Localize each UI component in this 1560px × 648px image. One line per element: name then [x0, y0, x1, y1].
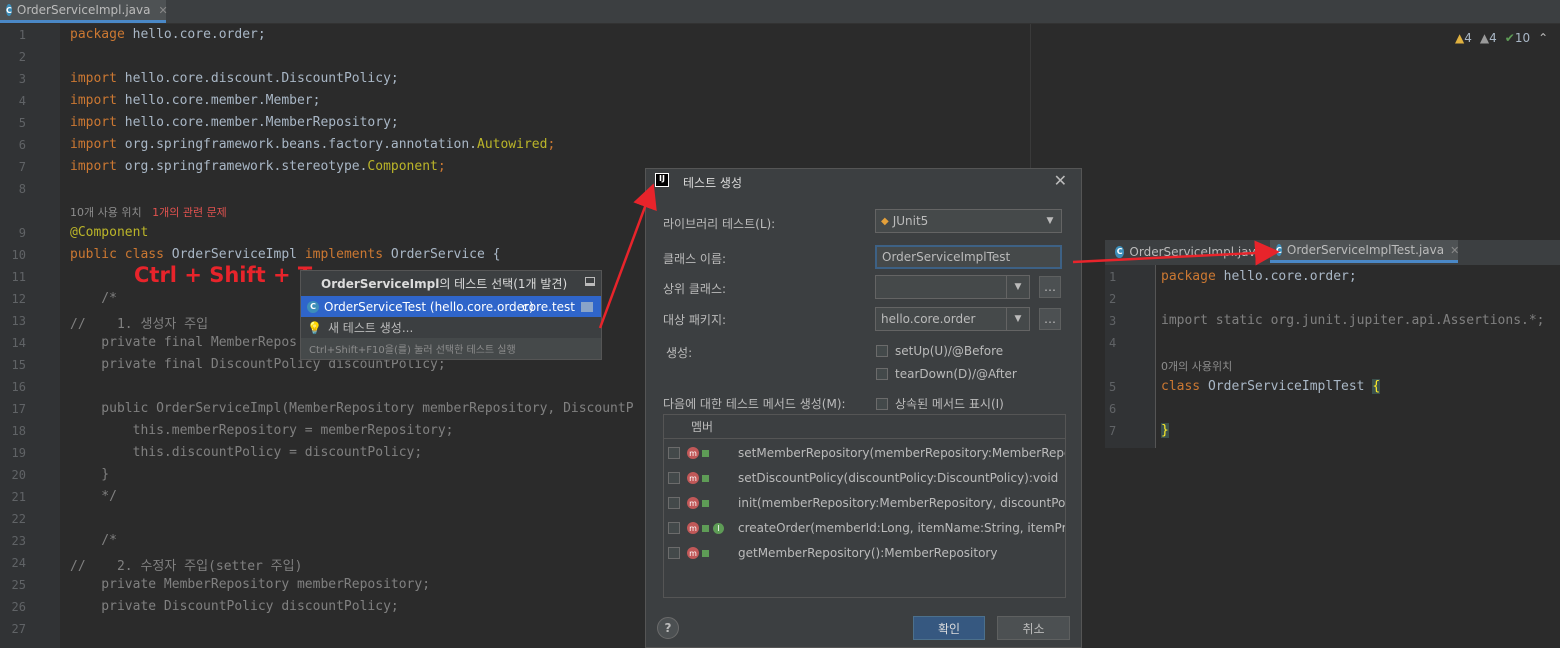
annotation-arrows — [598, 183, 1280, 329]
arrow-to-test-tab — [1072, 240, 1280, 266]
arrow-to-dialog — [598, 183, 657, 329]
